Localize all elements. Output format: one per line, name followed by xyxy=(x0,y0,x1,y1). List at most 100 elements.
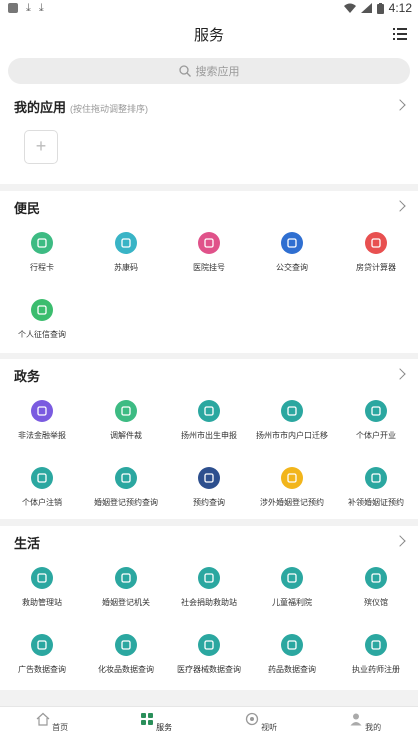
status-bar: ⤓ ⤓ 4:12 xyxy=(0,0,418,18)
app-label: 婚姻登记机关 xyxy=(102,598,150,607)
download-icon: ⤓ xyxy=(26,2,31,14)
hospital-register-icon xyxy=(198,232,220,254)
my-apps-hint: (按住拖动调整排序) xyxy=(70,104,149,114)
my-apps-section: 我的应用 (按住拖动调整排序) + xyxy=(0,90,418,184)
finance-report-icon xyxy=(31,400,53,422)
tab-media[interactable]: 视听 xyxy=(231,712,291,733)
tab-label: 视听 xyxy=(261,723,278,732)
app-item[interactable]: 行程卡 xyxy=(0,232,84,273)
chevron-right-icon[interactable] xyxy=(394,99,406,111)
chevron-right-icon[interactable] xyxy=(394,200,406,212)
app-item[interactable]: 扬州市出生申报 xyxy=(167,400,251,441)
app-label: 个体户注销 xyxy=(22,498,62,507)
wifi-icon xyxy=(343,3,356,13)
app-item[interactable]: 扬州市市内户口迁移 xyxy=(250,400,334,441)
tab-services[interactable]: 服务 xyxy=(126,712,186,733)
section-title: 生活 xyxy=(14,536,41,551)
download-icon: ⤓ xyxy=(38,2,44,14)
app-label: 非法金融举报 xyxy=(18,431,66,440)
app-item[interactable]: 个体户开业 xyxy=(334,400,418,441)
app-label: 儿童福利院 xyxy=(272,598,312,607)
app-item[interactable]: 化妆品数据查询 xyxy=(84,634,168,675)
app-item[interactable]: 调解件裁 xyxy=(84,400,168,441)
app-label: 救助管理站 xyxy=(22,598,62,607)
household-move-icon xyxy=(281,400,303,422)
app-item[interactable]: 社会捐助救助站 xyxy=(167,567,251,608)
app-label: 房贷计算器 xyxy=(356,263,396,272)
funeral-home-icon xyxy=(365,567,387,589)
app-label: 社会捐助救助站 xyxy=(181,598,237,607)
chevron-right-icon[interactable] xyxy=(394,368,406,380)
marriage-booking-icon xyxy=(115,467,137,489)
app-item[interactable]: 补领婚姻证预约 xyxy=(334,467,418,508)
cosmetics-query-icon xyxy=(115,634,137,656)
app-item[interactable]: 儿童福利院 xyxy=(250,567,334,608)
app-label: 苏康码 xyxy=(114,263,138,272)
app-label: 个体户开业 xyxy=(356,431,396,440)
media-icon xyxy=(245,712,259,726)
app-item[interactable]: 涉外婚姻登记预约 xyxy=(250,467,334,508)
chevron-right-icon[interactable] xyxy=(394,535,406,547)
page-title: 服务 xyxy=(193,27,224,44)
donation-station-icon xyxy=(198,567,220,589)
app-label: 补领婚姻证预约 xyxy=(348,498,404,507)
signal-icon xyxy=(360,3,372,13)
search-input[interactable]: 搜索应用 xyxy=(8,58,410,84)
profile-icon xyxy=(350,713,362,726)
app-item[interactable]: 婚姻登记机关 xyxy=(84,567,168,608)
app-item[interactable]: 婚姻登记预约查询 xyxy=(84,467,168,508)
app-item[interactable]: 苏康码 xyxy=(84,232,168,273)
app-label: 个人征信查询 xyxy=(18,330,66,339)
app-label: 预约查询 xyxy=(193,498,225,507)
search-icon xyxy=(178,65,191,77)
section-title: 便民 xyxy=(14,201,41,216)
handshake-icon xyxy=(115,400,137,422)
app-item[interactable]: 医疗器械数据查询 xyxy=(167,634,251,675)
credit-check-icon xyxy=(31,299,53,321)
section-title: 政务 xyxy=(14,369,41,384)
status-notifications: ⤓ ⤓ xyxy=(8,2,44,14)
app-label: 药品数据查询 xyxy=(268,665,316,674)
app-item[interactable]: 执业药师注册 xyxy=(334,634,418,675)
app-item[interactable]: 医院挂号 xyxy=(167,232,251,273)
app-item[interactable]: 药品数据查询 xyxy=(250,634,334,675)
booking-query-icon xyxy=(198,467,220,489)
app-label: 扬州市市内户口迁移 xyxy=(256,431,328,440)
section-government: 政务 非法金融举报 调解件裁 扬州市出生申报 扬州市市内户口迁移 个体户开业个体户注销 婚… xyxy=(0,359,418,519)
app-label: 广告数据查询 xyxy=(18,665,66,674)
app-item[interactable]: 公交查询 xyxy=(250,232,334,273)
ad-query-icon xyxy=(31,634,53,656)
section-life: 生活 救助管理站 婚姻登记机关 社会捐助救助站 儿童福利院 殡仪馆广告数据查询 化妆品数据… xyxy=(0,526,418,690)
app-item[interactable]: 殡仪馆 xyxy=(334,567,418,608)
grid-apps-icon xyxy=(140,713,153,725)
medical-device-icon xyxy=(198,634,220,656)
child-welfare-icon xyxy=(281,567,303,589)
top-bar: 服务 xyxy=(0,18,418,50)
birth-declare-icon xyxy=(198,400,220,422)
house-loan-icon xyxy=(365,232,387,254)
app-item[interactable]: 广告数据查询 xyxy=(0,634,84,675)
list-menu-icon[interactable] xyxy=(393,28,407,40)
home-icon xyxy=(36,712,50,726)
app-label: 扬州市出生申报 xyxy=(181,431,237,440)
battery-icon xyxy=(376,2,384,14)
app-item[interactable]: 个体户注销 xyxy=(0,467,84,508)
health-code-icon xyxy=(115,232,137,254)
rescue-station-icon xyxy=(31,567,53,589)
app-label: 公交查询 xyxy=(276,263,308,272)
tab-label: 我的 xyxy=(365,723,382,732)
tab-mine[interactable]: 我的 xyxy=(335,712,395,733)
app-item[interactable]: 房贷计算器 xyxy=(334,232,418,273)
app-item[interactable]: 非法金融举报 xyxy=(0,400,84,441)
bus-icon xyxy=(281,232,303,254)
app-item[interactable]: 个人征信查询 xyxy=(0,299,84,340)
section-convenience: 便民 行程卡 苏康码 医院挂号 公交查询 房贷计算器个人征信查询 xyxy=(0,191,418,353)
app-item[interactable]: 救助管理站 xyxy=(0,567,84,608)
marriage-office-icon xyxy=(115,567,137,589)
add-app-button[interactable]: + xyxy=(24,130,58,164)
search-placeholder: 搜索应用 xyxy=(195,66,240,78)
search-bar-container: 搜索应用 xyxy=(0,50,418,90)
shop-cancel-icon xyxy=(31,467,53,489)
tab-home[interactable]: 首页 xyxy=(22,712,82,733)
app-item[interactable]: 预约查询 xyxy=(167,467,251,508)
